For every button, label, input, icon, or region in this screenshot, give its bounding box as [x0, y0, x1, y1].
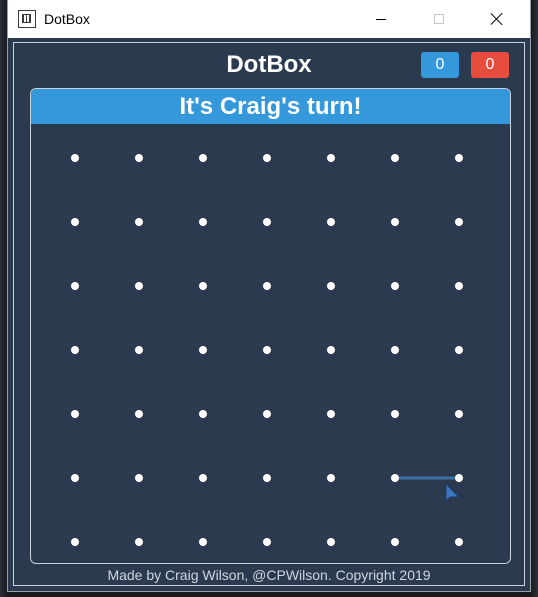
grid-dot[interactable]: [455, 218, 463, 226]
grid-dot[interactable]: [135, 474, 143, 482]
grid-dot[interactable]: [391, 154, 399, 162]
grid-dot[interactable]: [135, 218, 143, 226]
grid-dot[interactable]: [391, 218, 399, 226]
grid-dot[interactable]: [263, 346, 271, 354]
grid-dot[interactable]: [135, 282, 143, 290]
grid-dot[interactable]: [71, 474, 79, 482]
grid-dot[interactable]: [455, 282, 463, 290]
grid-dot[interactable]: [391, 282, 399, 290]
grid-dot[interactable]: [455, 346, 463, 354]
grid-dot[interactable]: [327, 346, 335, 354]
close-icon: [490, 12, 504, 26]
minimize-button[interactable]: [358, 0, 404, 38]
copyright-footer: Made by Craig Wilson, @CPWilson. Copyrig…: [107, 567, 431, 583]
grid-dot[interactable]: [199, 282, 207, 290]
grid-dot[interactable]: [199, 538, 207, 546]
grid-dot[interactable]: [455, 154, 463, 162]
grid-dot[interactable]: [455, 538, 463, 546]
grid-dot[interactable]: [71, 154, 79, 162]
grid-dot[interactable]: [263, 218, 271, 226]
game-client-area: DotBox 0 0 It's Craig's turn! Made by Cr…: [8, 38, 530, 591]
grid-dot[interactable]: [327, 154, 335, 162]
grid-dot[interactable]: [263, 282, 271, 290]
grid-dot[interactable]: [135, 410, 143, 418]
grid-dot[interactable]: [263, 154, 271, 162]
grid-dot[interactable]: [455, 410, 463, 418]
grid-dot[interactable]: [263, 474, 271, 482]
grid-dot[interactable]: [199, 410, 207, 418]
grid-dot[interactable]: [71, 410, 79, 418]
grid-dot[interactable]: [199, 218, 207, 226]
grid-dot[interactable]: [199, 474, 207, 482]
grid-dot[interactable]: [199, 154, 207, 162]
close-button[interactable]: [474, 0, 520, 38]
maximize-button[interactable]: [416, 0, 462, 38]
grid-dot[interactable]: [327, 282, 335, 290]
window-title: DotBox: [44, 11, 90, 27]
grid-dot[interactable]: [327, 218, 335, 226]
grid-dot[interactable]: [71, 346, 79, 354]
grid-dot[interactable]: [71, 538, 79, 546]
game-board[interactable]: It's Craig's turn!: [30, 88, 511, 564]
mouse-cursor-icon: [445, 482, 461, 503]
grid-dot[interactable]: [135, 154, 143, 162]
grid-dot[interactable]: [327, 410, 335, 418]
dot-grid[interactable]: [31, 89, 511, 564]
grid-dot[interactable]: [391, 346, 399, 354]
app-window: DotBox DotBox 0 0 It's Craig's turn! Mad…: [8, 0, 530, 591]
red-score-badge: 0: [471, 52, 509, 78]
title-bar[interactable]: DotBox: [8, 0, 530, 38]
grid-dot[interactable]: [199, 346, 207, 354]
app-icon: [18, 10, 36, 28]
grid-dot[interactable]: [135, 346, 143, 354]
grid-dot[interactable]: [71, 218, 79, 226]
maximize-icon: [434, 14, 444, 24]
grid-dot[interactable]: [263, 410, 271, 418]
grid-dot[interactable]: [71, 282, 79, 290]
grid-dot[interactable]: [327, 538, 335, 546]
grid-dot[interactable]: [135, 538, 143, 546]
grid-dot[interactable]: [391, 474, 399, 482]
blue-score-badge: 0: [421, 52, 459, 78]
grid-dot[interactable]: [391, 410, 399, 418]
grid-dot[interactable]: [455, 474, 463, 482]
grid-dot[interactable]: [391, 538, 399, 546]
minimize-icon: [376, 18, 386, 20]
grid-dot[interactable]: [263, 538, 271, 546]
grid-dot[interactable]: [327, 474, 335, 482]
